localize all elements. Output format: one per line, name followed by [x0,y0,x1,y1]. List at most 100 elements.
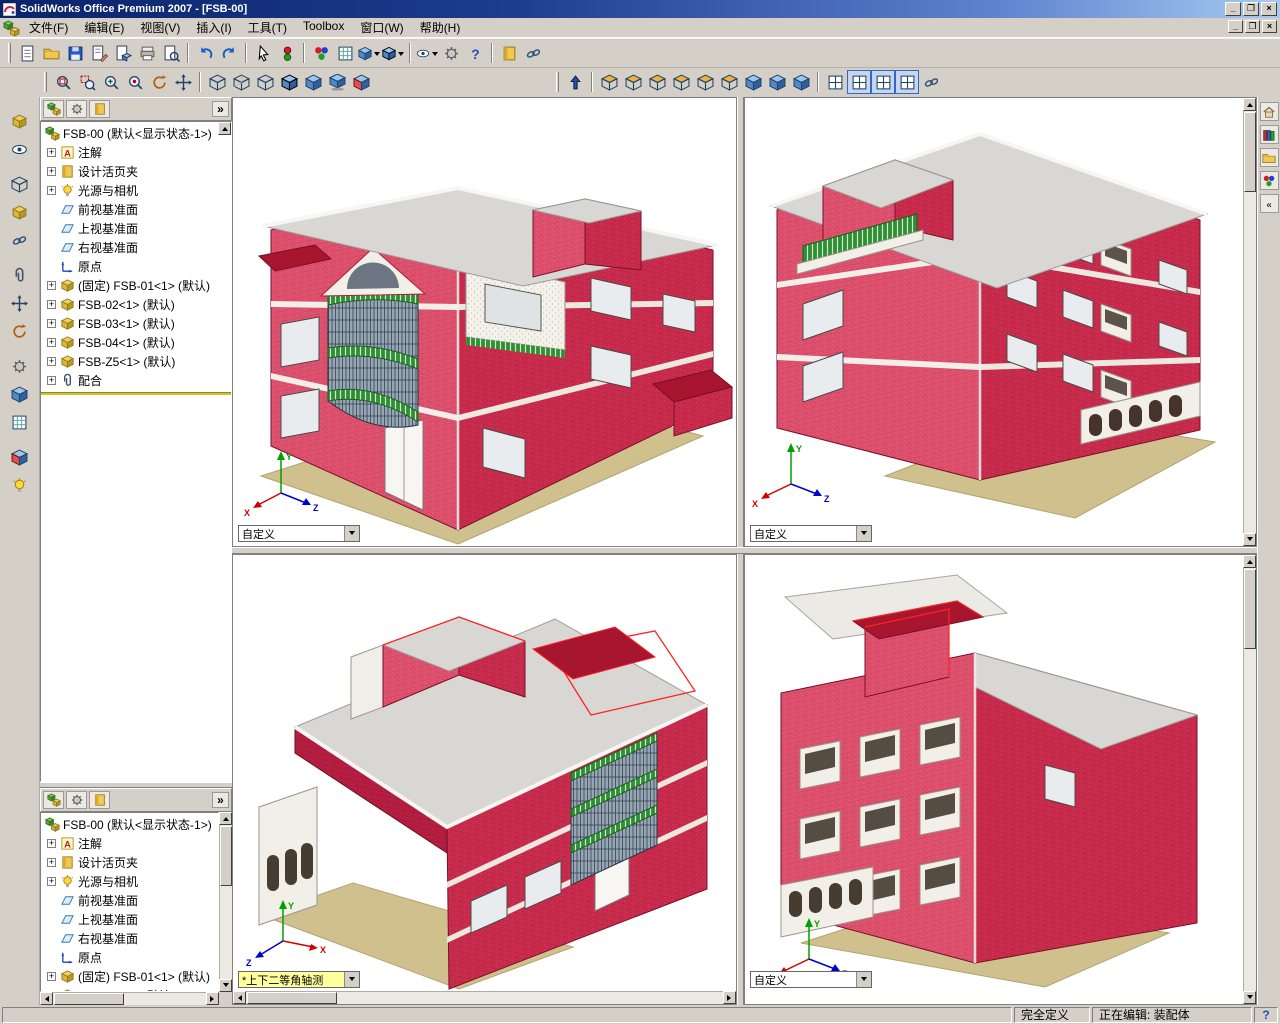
front-view-button[interactable] [597,70,621,94]
menu-tools[interactable]: 工具(T) [240,17,295,38]
hidden-lines-visible-button[interactable] [229,70,253,94]
scroll-right-button[interactable] [723,991,736,1004]
expand-plus-icon[interactable]: + [47,281,56,290]
tree-item-right-plane[interactable]: 右视基准面 [41,929,218,948]
new-document-button[interactable] [15,41,39,65]
trimetric-view-button[interactable] [765,70,789,94]
combo-dropdown-button[interactable] [344,526,359,541]
menu-window[interactable]: 窗口(W) [352,17,411,38]
child-close-button[interactable]: × [1262,20,1277,33]
propertymanager-tab[interactable] [66,791,87,809]
isometric-view-button[interactable] [741,70,765,94]
expand-plus-icon[interactable]: + [47,858,56,867]
tree-item-fsb-01[interactable]: + (固定) FSB-01<1> (默认) [41,967,218,986]
explode-line-sketch-button[interactable] [7,409,33,435]
edit-component-button[interactable] [7,199,33,225]
insert-components-button[interactable] [7,108,33,134]
viewport-top-left[interactable]: Y X Z 自定义 [232,97,737,547]
fsb-building-model[interactable] [769,131,1209,481]
tree-item-origin[interactable]: 原点 [41,257,231,276]
tree-item-design-binder[interactable]: + 设计活页夹 [41,853,218,872]
shaded-button[interactable] [301,70,325,94]
rotate-component-button[interactable] [7,318,33,344]
child-restore-button[interactable]: ❐ [1245,20,1260,33]
tree-scroll-up-button[interactable] [218,122,231,135]
make-assembly-button[interactable] [111,41,135,65]
view-orientation-combo[interactable]: 自定义 [750,525,872,542]
rollback-bar[interactable] [41,392,231,395]
configurationmanager-tab[interactable] [89,100,110,118]
hidden-lines-removed-button[interactable] [253,70,277,94]
display-style-button[interactable] [381,41,405,65]
file-explorer-button[interactable] [1259,148,1279,167]
section-view-button[interactable] [349,70,373,94]
scroll-down-button[interactable] [219,979,232,992]
expand-plus-icon[interactable]: + [47,357,56,366]
propertymanager-tab[interactable] [66,100,87,118]
tree-root-assembly[interactable]: FSB-00 (默认<显示状态-1>) [41,124,231,143]
standard-views-button[interactable] [357,41,381,65]
viewport-bottom-left[interactable]: Y X Z *上下二等角轴测 [232,554,737,1005]
hide-show-components-button[interactable] [7,136,33,162]
tree-item-fsb-01[interactable]: + (固定) FSB-01<1> (默认) [41,276,231,295]
edit-color-button[interactable] [309,41,333,65]
two-view-vertical-button[interactable] [871,70,895,94]
tree-item-front-plane[interactable]: 前视基准面 [41,200,231,219]
tree-item-lights-cameras[interactable]: + 光源与相机 [41,181,231,200]
smart-fasteners-button[interactable] [7,353,33,379]
menu-file[interactable]: 文件(F) [21,17,76,38]
rebuild-button[interactable] [275,41,299,65]
no-external-references-button[interactable] [7,227,33,253]
viewport-splitter-horizontal[interactable] [232,547,1257,554]
expand-panel-button[interactable]: » [212,792,229,808]
select-button[interactable] [251,41,275,65]
tree-item-top-plane[interactable]: 上视基准面 [41,910,218,929]
make-drawing-button[interactable] [87,41,111,65]
menu-view[interactable]: 视图(V) [132,17,188,38]
view-orientation-combo[interactable]: *上下二等角轴测 [238,971,360,988]
featuremanager-tab[interactable] [43,100,64,118]
expand-plus-icon[interactable]: + [47,839,56,848]
pan-button[interactable] [171,70,195,94]
dropdown-arrow-icon[interactable] [374,51,380,59]
tree-item-fsb-z5[interactable]: + FSB-Z5<1> (默认) [41,352,231,371]
menu-insert[interactable]: 插入(I) [188,17,239,38]
expand-plus-icon[interactable]: + [47,972,56,981]
featuremanager-tab[interactable] [43,791,64,809]
tree-item-lights-cameras[interactable]: + 光源与相机 [41,872,218,891]
simulation-button[interactable] [7,472,33,498]
mate-button[interactable] [7,262,33,288]
viewport-top-right[interactable]: Y X Z 自定义 [744,97,1257,547]
viewport-horizontal-scrollbar[interactable] [233,991,736,1004]
design-binder-button[interactable] [497,41,521,65]
exploded-view-button[interactable] [7,381,33,407]
toolbar-grip[interactable] [8,43,11,63]
child-minimize-button[interactable]: _ [1228,20,1243,33]
tree-item-mates[interactable]: + 配合 [41,371,231,390]
tree-item-front-plane[interactable]: 前视基准面 [41,891,218,910]
help-button[interactable]: ? [463,41,487,65]
expand-plus-icon[interactable]: + [47,148,56,157]
tree-item-design-binder[interactable]: + 设计活页夹 [41,162,231,181]
restore-button[interactable]: ❐ [1243,2,1259,16]
menu-edit[interactable]: 编辑(E) [76,17,132,38]
menu-help[interactable]: 帮助(H) [412,17,469,38]
left-view-button[interactable] [645,70,669,94]
tree-item-right-plane[interactable]: 右视基准面 [41,238,231,257]
view-orientation-combo[interactable]: 自定义 [750,971,872,988]
right-view-button[interactable] [669,70,693,94]
wireframe-button[interactable] [205,70,229,94]
zoom-to-selection-button[interactable] [123,70,147,94]
expand-plus-icon[interactable]: + [47,877,56,886]
move-component-button[interactable] [7,290,33,316]
tree-root-assembly[interactable]: FSB-00 (默认<显示状态-1>) [41,815,218,834]
view-palette-button[interactable] [1259,171,1279,190]
zoom-in-out-button[interactable] [99,70,123,94]
top-view-button[interactable] [693,70,717,94]
viewport-bottom-right[interactable]: Y X Z 自定义 [744,554,1257,1005]
scroll-left-button[interactable] [40,992,53,1005]
scroll-down-button[interactable] [1243,991,1256,1004]
link-views-button[interactable] [919,70,943,94]
scroll-right-button[interactable] [206,992,219,1005]
collapse-task-pane-button[interactable]: « [1259,194,1279,213]
